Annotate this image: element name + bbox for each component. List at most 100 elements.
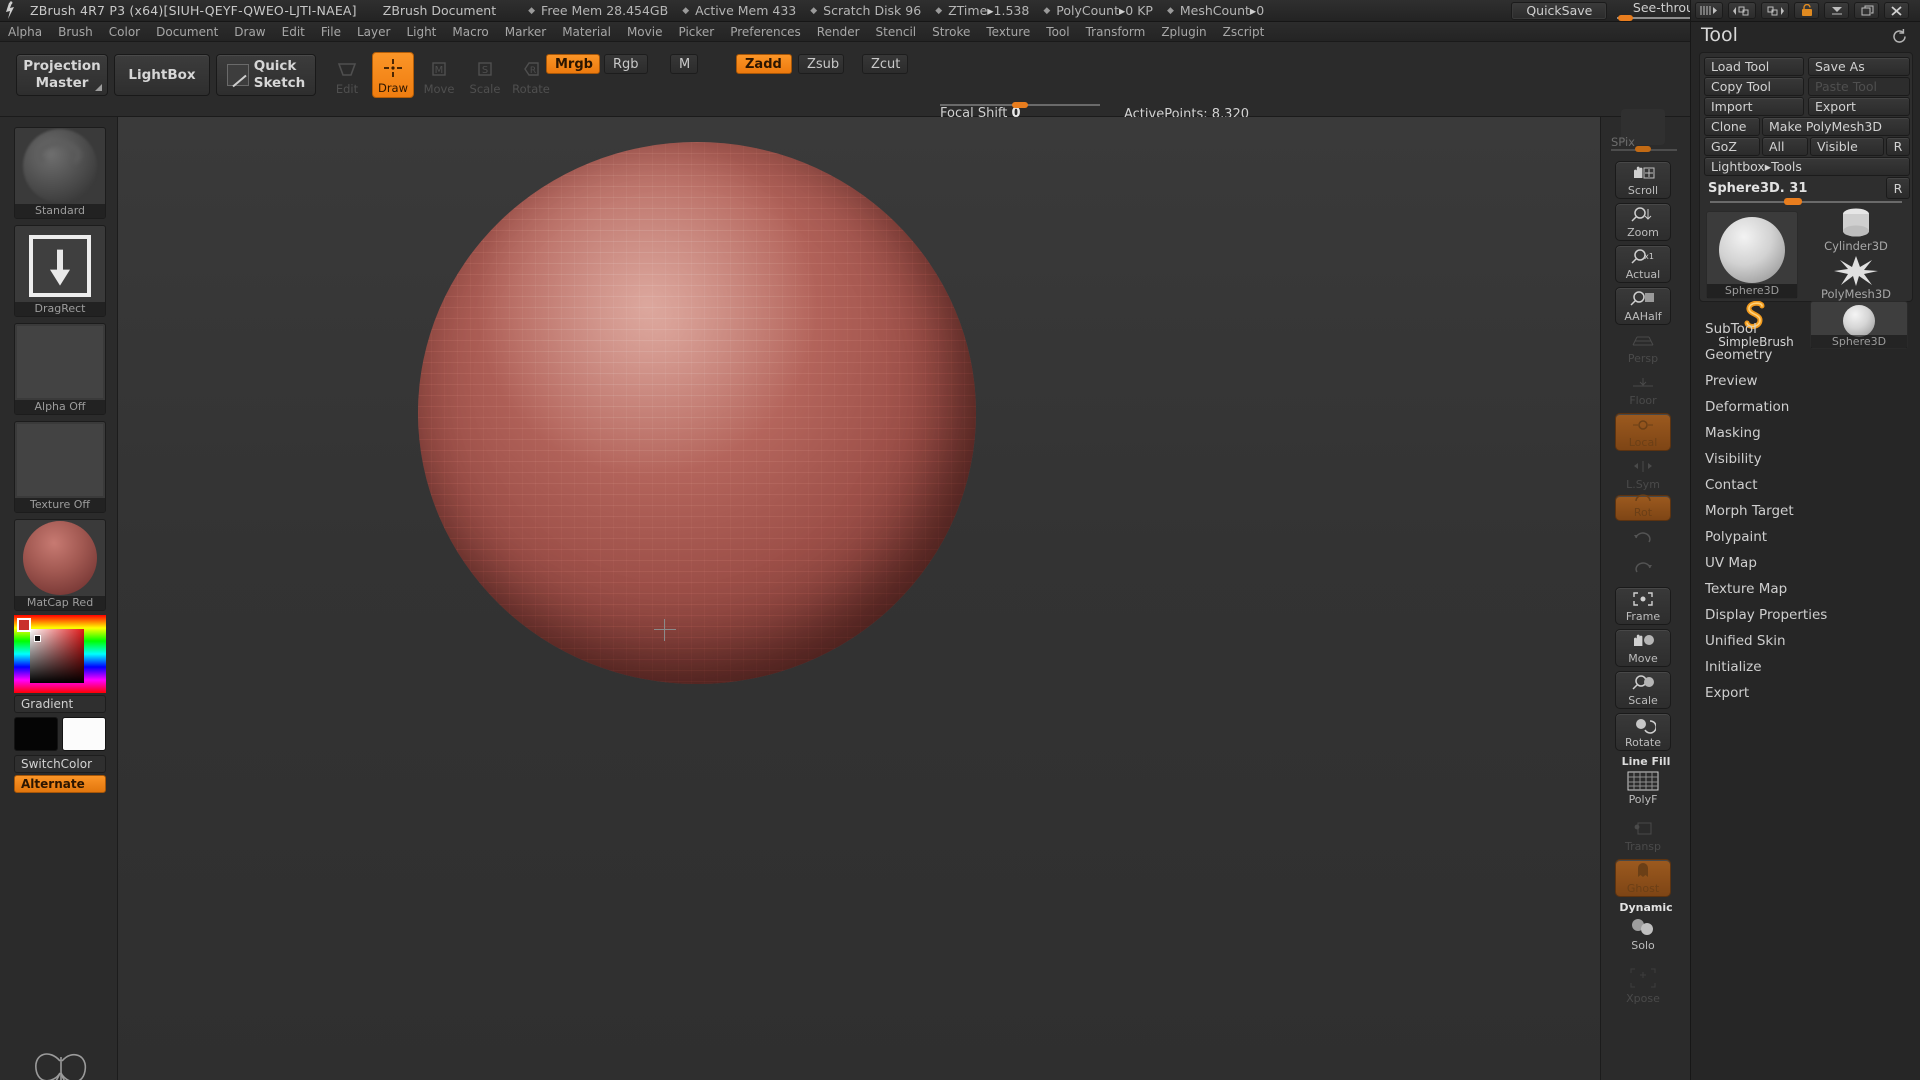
menu-item-zplugin[interactable]: Zplugin xyxy=(1153,22,1214,42)
subpalette-geometry[interactable]: Geometry xyxy=(1691,342,1920,368)
menu-item-movie[interactable]: Movie xyxy=(619,22,671,42)
draw-mode-button[interactable]: Draw xyxy=(372,52,414,98)
subpalette-polypaint[interactable]: Polypaint xyxy=(1691,524,1920,550)
menu-item-stencil[interactable]: Stencil xyxy=(868,22,925,42)
canvas-surface[interactable] xyxy=(118,117,1600,1080)
zcut-button[interactable]: Zcut xyxy=(862,54,908,74)
shelf-button-frame[interactable]: Frame xyxy=(1615,587,1671,625)
menu-item-macro[interactable]: Macro xyxy=(444,22,496,42)
projection-master-button[interactable]: Projection Master xyxy=(16,54,108,96)
texture-thumbnail[interactable]: Texture Off xyxy=(14,421,106,513)
menu-item-light[interactable]: Light xyxy=(398,22,444,42)
subpalette-visibility[interactable]: Visibility xyxy=(1691,446,1920,472)
shelf-button-actual[interactable]: x1 Actual xyxy=(1615,245,1671,283)
shelf-button-scale[interactable]: Scale xyxy=(1615,671,1671,709)
subpalette-export[interactable]: Export xyxy=(1691,680,1920,706)
visible-button[interactable]: Visible xyxy=(1810,137,1884,156)
gradient-button[interactable]: Gradient xyxy=(14,695,106,713)
spix-knob[interactable] xyxy=(1635,146,1651,152)
import-button[interactable]: Import xyxy=(1704,97,1804,116)
alternate-button[interactable]: Alternate xyxy=(14,775,106,793)
lock-icon[interactable] xyxy=(1794,2,1819,19)
document-canvas[interactable] xyxy=(118,117,1600,1080)
quick-sketch-button[interactable]: Quick Sketch xyxy=(216,54,316,96)
shelf-button-aahalf[interactable]: AAHalf xyxy=(1615,287,1671,325)
menu-item-layer[interactable]: Layer xyxy=(349,22,398,42)
reset-icon[interactable] xyxy=(1891,28,1908,49)
move-mode-button[interactable]: M Move xyxy=(418,52,460,98)
menu-item-color[interactable]: Color xyxy=(101,22,148,42)
goz-r-button[interactable]: R xyxy=(1886,137,1910,156)
lightbox-button[interactable]: LightBox xyxy=(114,54,210,96)
menu-item-draw[interactable]: Draw xyxy=(226,22,273,42)
zadd-button[interactable]: Zadd xyxy=(736,54,792,74)
zsub-button[interactable]: Zsub xyxy=(798,54,844,74)
close-icon[interactable] xyxy=(1884,2,1909,19)
dock-left-icon[interactable] xyxy=(1728,2,1756,19)
shelf-button-zoom[interactable]: Zoom xyxy=(1615,203,1671,241)
subpalette-preview[interactable]: Preview xyxy=(1691,368,1920,394)
stroke-thumbnail[interactable]: DragRect xyxy=(14,225,106,317)
menu-item-document[interactable]: Document xyxy=(148,22,226,42)
mrgb-button[interactable]: Mrgb xyxy=(546,54,600,74)
tool-tile-polymesh3d[interactable]: PolyMesh3D xyxy=(1804,255,1908,301)
edit-mode-button[interactable]: Edit xyxy=(326,52,368,98)
menu-item-material[interactable]: Material xyxy=(554,22,619,42)
shelf-button-rot-x[interactable] xyxy=(1615,525,1671,551)
menu-item-file[interactable]: File xyxy=(313,22,349,42)
save-as-button[interactable]: Save As xyxy=(1808,57,1910,76)
shelf-button-solo[interactable]: Solo xyxy=(1615,915,1671,953)
color-marker[interactable] xyxy=(34,635,41,642)
subpalette-masking[interactable]: Masking xyxy=(1691,420,1920,446)
dock-right-icon[interactable] xyxy=(1761,2,1789,19)
subpalette-unified-skin[interactable]: Unified Skin xyxy=(1691,628,1920,654)
shelf-button-xpose[interactable]: Xpose xyxy=(1615,963,1671,1007)
export-button[interactable]: Export xyxy=(1808,97,1910,116)
load-tool-button[interactable]: Load Tool xyxy=(1704,57,1804,76)
shelf-button-persp[interactable]: Persp xyxy=(1615,329,1671,367)
menu-item-preferences[interactable]: Preferences xyxy=(722,22,809,42)
rgb-button[interactable]: Rgb xyxy=(604,54,648,74)
shelf-button-move[interactable]: Move xyxy=(1615,629,1671,667)
shelf-button-rotate[interactable]: Rotate xyxy=(1615,713,1671,751)
brush-thumbnail[interactable]: Standard xyxy=(14,127,106,219)
subpalette-initialize[interactable]: Initialize xyxy=(1691,654,1920,680)
shelf-button-transp[interactable]: Transp xyxy=(1615,817,1671,855)
all-button[interactable]: All xyxy=(1762,137,1808,156)
tool-tile-sphere3d-large[interactable]: Sphere3D xyxy=(1706,211,1798,299)
menu-item-stroke[interactable]: Stroke xyxy=(924,22,978,42)
shelf-button-local[interactable]: Local xyxy=(1615,413,1671,451)
shelf-button-floor[interactable]: Floor xyxy=(1615,371,1671,409)
scale-mode-button[interactable]: S Scale xyxy=(464,52,506,98)
menu-item-brush[interactable]: Brush xyxy=(50,22,101,42)
material-thumbnail[interactable]: MatCap Red Wax xyxy=(14,519,106,611)
sphere3d-object[interactable] xyxy=(418,142,976,684)
menu-item-render[interactable]: Render xyxy=(809,22,868,42)
shelf-button-ghost[interactable]: Ghost xyxy=(1615,859,1671,897)
subpalette-uv-map[interactable]: UV Map xyxy=(1691,550,1920,576)
menu-item-edit[interactable]: Edit xyxy=(274,22,313,42)
subpalette-display-properties[interactable]: Display Properties xyxy=(1691,602,1920,628)
secondary-color-swatch[interactable] xyxy=(62,717,106,751)
shelf-button-lsym[interactable]: L.Sym xyxy=(1615,455,1671,493)
restore-icon[interactable] xyxy=(1854,2,1879,19)
menu-item-zscript[interactable]: Zscript xyxy=(1215,22,1273,42)
lightbox-tools-button[interactable]: Lightbox▸Tools xyxy=(1704,157,1910,176)
m-button[interactable]: M xyxy=(670,54,698,74)
menu-item-marker[interactable]: Marker xyxy=(497,22,554,42)
alpha-thumbnail[interactable]: Alpha Off xyxy=(14,323,106,415)
tool-resize-button[interactable]: R xyxy=(1886,177,1910,199)
shelf-button-scroll[interactable]: Scroll xyxy=(1615,161,1671,199)
subpalette-contact[interactable]: Contact xyxy=(1691,472,1920,498)
menu-item-texture[interactable]: Texture xyxy=(978,22,1038,42)
make-polymesh3d-button[interactable]: Make PolyMesh3D xyxy=(1762,117,1910,136)
shelf-button-rot-y[interactable] xyxy=(1615,555,1671,581)
menu-item-tool[interactable]: Tool xyxy=(1038,22,1077,42)
menu-item-picker[interactable]: Picker xyxy=(670,22,722,42)
palette-handle-icon[interactable] xyxy=(1695,2,1723,19)
subpalette-texture-map[interactable]: Texture Map xyxy=(1691,576,1920,602)
color-picker[interactable] xyxy=(14,615,106,693)
tool-thumbnail-size-knob[interactable] xyxy=(1784,198,1802,205)
tool-tile-cylinder3d[interactable]: Cylinder3D xyxy=(1804,207,1908,253)
shelf-button-polyf[interactable]: PolyF xyxy=(1615,769,1671,807)
